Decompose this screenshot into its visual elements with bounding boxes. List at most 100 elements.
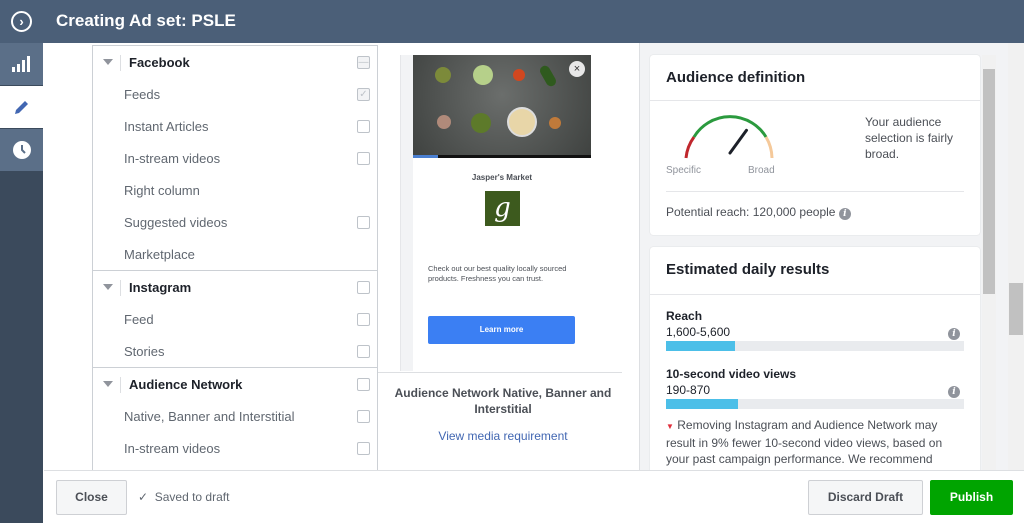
page-scrollbar[interactable] (1008, 43, 1024, 470)
caret-down-icon[interactable] (103, 284, 113, 290)
metric-reach: Reach 1,600-5,600 i (666, 309, 964, 351)
main-content: Facebook — Feeds ✓ Instant Articles In-stream… (44, 43, 640, 470)
rail-item-history[interactable] (0, 129, 43, 171)
placement-checkbox[interactable] (357, 120, 370, 133)
placement-item[interactable]: Right column (93, 175, 377, 207)
placement-label: Instant Articles (124, 119, 209, 134)
placement-checkbox[interactable] (357, 410, 370, 423)
caret-down-icon[interactable] (103, 381, 113, 387)
header: › Creating Ad set: PSLE (0, 0, 1024, 43)
placement-item[interactable]: In-stream videos (93, 143, 377, 175)
metric-value: 190-870 (666, 383, 711, 397)
audience-title: Audience definition (650, 55, 980, 101)
placement-label: Native, Banner and Interstitial (124, 409, 295, 424)
placement-label: Marketplace (124, 247, 195, 262)
divider (666, 191, 964, 192)
divider (93, 367, 377, 368)
info-icon[interactable]: i (838, 208, 851, 220)
phone-frame: × Jasper's Market g Check out our best q… (400, 55, 591, 371)
group-label: Facebook (129, 55, 190, 70)
divider (120, 55, 121, 71)
placement-checkbox[interactable] (357, 313, 370, 326)
rail-item-edit[interactable] (0, 86, 43, 128)
placement-checkbox[interactable] (357, 442, 370, 455)
info-icon[interactable]: i (948, 386, 960, 398)
divider (378, 372, 622, 373)
group-label: Audience Network (129, 377, 243, 392)
metric-bar (666, 341, 964, 351)
placement-label: In-stream videos (124, 151, 221, 166)
group-checkbox[interactable] (357, 378, 370, 391)
placement-item[interactable]: Feeds ✓ (93, 79, 377, 111)
clock-icon (12, 141, 31, 159)
audience-gauge (684, 115, 774, 159)
publish-button[interactable]: Publish (930, 480, 1013, 515)
scrollbar-thumb[interactable] (1009, 283, 1023, 335)
placement-checkbox[interactable] (357, 345, 370, 358)
group-checkbox[interactable]: — (357, 56, 370, 69)
placement-label: Stories (124, 344, 165, 359)
saved-status: ✓ Saved to draft (138, 490, 229, 504)
estimate-notice: ▼ Removing Instagram and Audience Networ… (666, 417, 956, 467)
check-icon: ✓ (138, 490, 149, 504)
placement-label: In-stream videos (124, 441, 221, 456)
notice-text: Removing Instagram and Audience Network … (666, 418, 943, 466)
right-panel: Audience definition Specific Broad Your … (640, 43, 1024, 470)
ad-text: Check out our best quality locally sourc… (428, 264, 567, 283)
ad-preview: × Jasper's Market g Check out our best q… (378, 43, 638, 470)
down-arrow-icon: ▼ (666, 422, 674, 431)
estimates-title: Estimated daily results (650, 247, 980, 295)
placement-group-instagram[interactable]: Instagram (93, 272, 377, 304)
placement-item[interactable]: Feed (93, 304, 377, 336)
left-rail (0, 43, 43, 523)
info-icon[interactable]: i (948, 328, 960, 340)
potential-reach-text: Potential reach: 120,000 people (666, 205, 836, 219)
placement-checkbox[interactable] (357, 152, 370, 165)
gauge-needle (728, 128, 748, 155)
placements-list: Facebook — Feeds ✓ Instant Articles In-stream… (92, 45, 378, 470)
placement-item[interactable]: Native, Banner and Interstitial (93, 401, 377, 433)
placement-checkbox[interactable] (357, 216, 370, 229)
audience-description: Your audience selection is fairly broad. (865, 115, 954, 161)
placement-label: Feed (124, 312, 154, 327)
caret-down-icon[interactable] (103, 59, 113, 65)
chart-bars-icon (11, 56, 30, 72)
audience-definition-card: Audience definition Specific Broad Your … (650, 55, 980, 235)
divider (120, 280, 121, 296)
placement-item[interactable]: Suggested videos (93, 207, 377, 239)
placement-item[interactable]: Stories (93, 336, 377, 368)
footer: Close ✓ Saved to draft Discard Draft Pub… (44, 470, 1024, 523)
placement-item[interactable]: In-stream videos (93, 433, 377, 465)
metric-name: 10-second video views (666, 367, 797, 381)
phone-screen: × Jasper's Market g Check out our best q… (413, 55, 591, 371)
potential-reach: Potential reach: 120,000 people i (666, 205, 851, 220)
saved-text: Saved to draft (154, 490, 230, 504)
ad-video-image (413, 55, 591, 155)
panel-scrollbar[interactable] (982, 55, 996, 470)
group-checkbox[interactable] (357, 281, 370, 294)
view-media-requirement-link[interactable]: View media requirement (388, 429, 618, 443)
video-progress (413, 155, 591, 158)
group-label: Instagram (129, 280, 192, 295)
placement-title: Audience Network Native, Banner and Inte… (394, 386, 612, 416)
page-title: Creating Ad set: PSLE (56, 11, 236, 30)
scrollbar-thumb[interactable] (983, 69, 995, 294)
metric-name: Reach (666, 309, 703, 323)
placement-group-audience-network[interactable]: Audience Network (93, 369, 377, 401)
chevron-right-circle-icon[interactable]: › (11, 11, 32, 32)
learn-more-button[interactable]: Learn more (428, 316, 575, 344)
placement-item[interactable]: Marketplace (93, 239, 377, 271)
discard-draft-button[interactable]: Discard Draft (808, 480, 923, 515)
placement-item[interactable]: Instant Articles (93, 111, 377, 143)
estimated-results-card: Estimated daily results Reach 1,600-5,60… (650, 247, 980, 470)
placement-group-facebook[interactable]: Facebook — (93, 47, 377, 79)
close-preview-icon[interactable]: × (569, 61, 585, 77)
gauge-label-specific: Specific (666, 165, 702, 176)
close-button[interactable]: Close (56, 480, 127, 515)
gauge-label-broad: Broad (748, 165, 775, 176)
brand-name: Jasper's Market (471, 173, 533, 182)
divider (120, 377, 121, 393)
placement-label: Suggested videos (124, 215, 228, 230)
rail-item-reporting[interactable] (0, 43, 43, 85)
placement-checkbox[interactable]: ✓ (357, 88, 370, 101)
